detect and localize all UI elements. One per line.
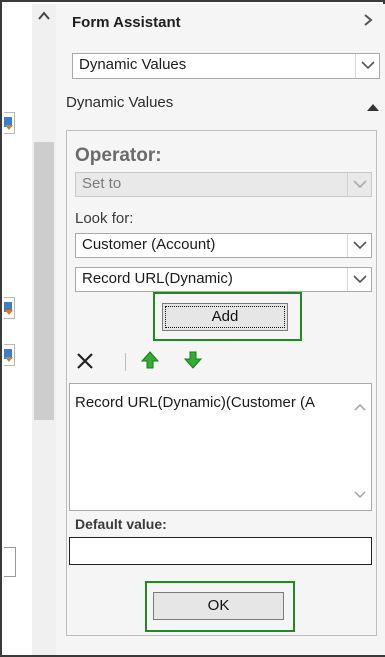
mode-select[interactable]: Dynamic Values (72, 53, 380, 79)
look-for-label: Look for: (75, 210, 134, 227)
chevron-down-icon (347, 173, 371, 196)
entity-select-value: Customer (Account) (82, 236, 216, 253)
x-delete-icon[interactable] (75, 351, 95, 371)
ok-button[interactable]: OK (153, 592, 284, 620)
lookup-icon[interactable] (4, 112, 15, 134)
entity-select[interactable]: Customer (Account) (75, 233, 372, 258)
form-assistant-panel: Form Assistant Dynamic Values Dynamic Va… (56, 4, 385, 655)
field-select[interactable]: Record URL(Dynamic) (75, 267, 372, 292)
chevron-down-icon[interactable] (347, 234, 371, 257)
field-select-value: Record URL(Dynamic) (82, 270, 233, 287)
default-value-input[interactable] (69, 537, 372, 565)
scrollbar-thumb[interactable] (34, 142, 54, 420)
listbox-scrollbar[interactable] (349, 384, 371, 510)
chevron-up-icon[interactable] (38, 10, 50, 24)
dynamic-values-section: Operator: Set to Look for: Customer (Acc… (66, 130, 377, 636)
section-header[interactable]: Dynamic Values (66, 94, 173, 111)
chevron-down-icon[interactable] (354, 486, 366, 499)
chevron-down-icon[interactable] (355, 54, 379, 78)
form-scrollbar[interactable] (32, 4, 56, 655)
toolbar-separator (125, 353, 126, 371)
operator-label: Operator: (75, 145, 162, 166)
values-listbox[interactable]: Record URL(Dynamic)(Customer (A (69, 383, 372, 511)
lookup-icon[interactable] (4, 297, 15, 319)
green-arrow-up-icon[interactable] (140, 350, 160, 370)
form-canvas (4, 4, 32, 655)
operator-select-value: Set to (82, 175, 122, 192)
default-value-label: Default value: (75, 516, 167, 532)
triangle-up-icon[interactable] (367, 98, 379, 111)
chevron-up-icon[interactable] (354, 398, 366, 411)
mode-select-value: Dynamic Values (79, 56, 187, 73)
window-frame: Form Assistant Dynamic Values Dynamic Va… (0, 0, 385, 657)
operator-select[interactable]: Set to (75, 172, 372, 197)
chevron-right-icon[interactable] (359, 12, 377, 30)
panel-title: Form Assistant (72, 14, 181, 31)
add-button[interactable]: Add (162, 303, 288, 331)
ok-button-label: OK (207, 597, 230, 614)
list-item[interactable]: Record URL(Dynamic)(Customer (A (75, 394, 371, 411)
lookup-icon[interactable] (4, 344, 15, 366)
form-field-edge[interactable] (4, 547, 16, 577)
focus-ring (165, 306, 285, 328)
green-arrow-down-icon[interactable] (183, 350, 203, 370)
chevron-down-icon[interactable] (347, 268, 371, 291)
